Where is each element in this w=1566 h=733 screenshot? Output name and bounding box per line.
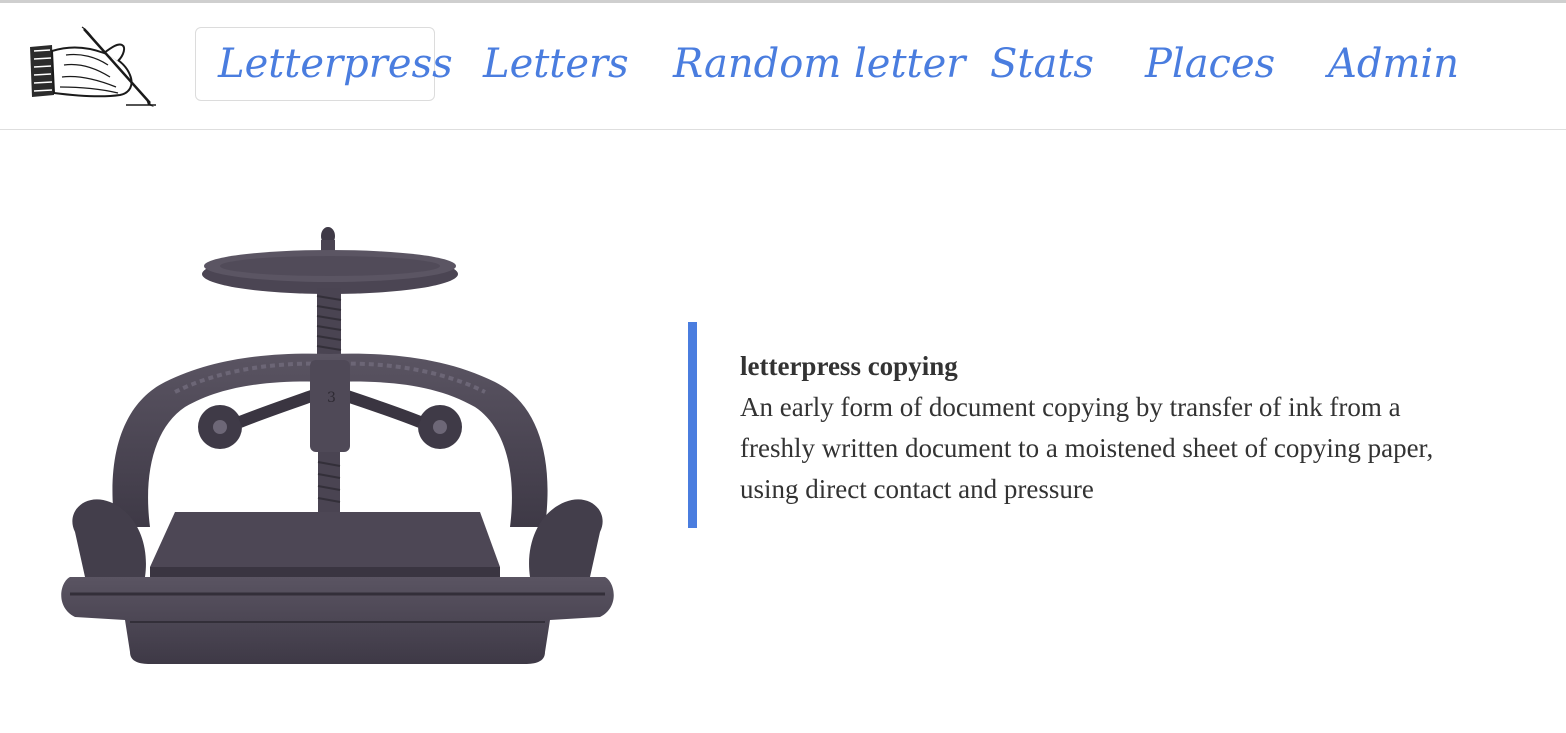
writing-hand-icon[interactable] [26,25,158,109]
copying-press-image: 3 [61,227,614,664]
definition-quote: letterpress copying An early form of doc… [688,322,1488,528]
navbar: Letterpress Letters Random letter Stats … [0,3,1566,130]
nav-item-label: Admin [1328,41,1459,87]
nav-item-stats[interactable]: Stats [990,28,1094,102]
definition-text: An early form of document copying by tra… [740,392,1434,504]
svg-text:3: 3 [327,390,336,406]
nav-item-label: Letters [483,41,629,87]
nav-item-letters[interactable]: Letters [483,28,629,102]
definition-term: letterpress copying [740,351,958,381]
nav-item-admin[interactable]: Admin [1328,28,1459,102]
nav-item-label: Random letter [673,41,966,87]
nav-item-label: Stats [990,41,1094,87]
nav-item-label: Places [1145,41,1276,87]
nav-item-label: Letterpress [218,41,453,87]
nav-item-letterpress[interactable]: Letterpress [195,27,453,101]
nav-item-random-letter[interactable]: Random letter [673,28,965,102]
nav-item-places[interactable]: Places [1145,28,1275,102]
